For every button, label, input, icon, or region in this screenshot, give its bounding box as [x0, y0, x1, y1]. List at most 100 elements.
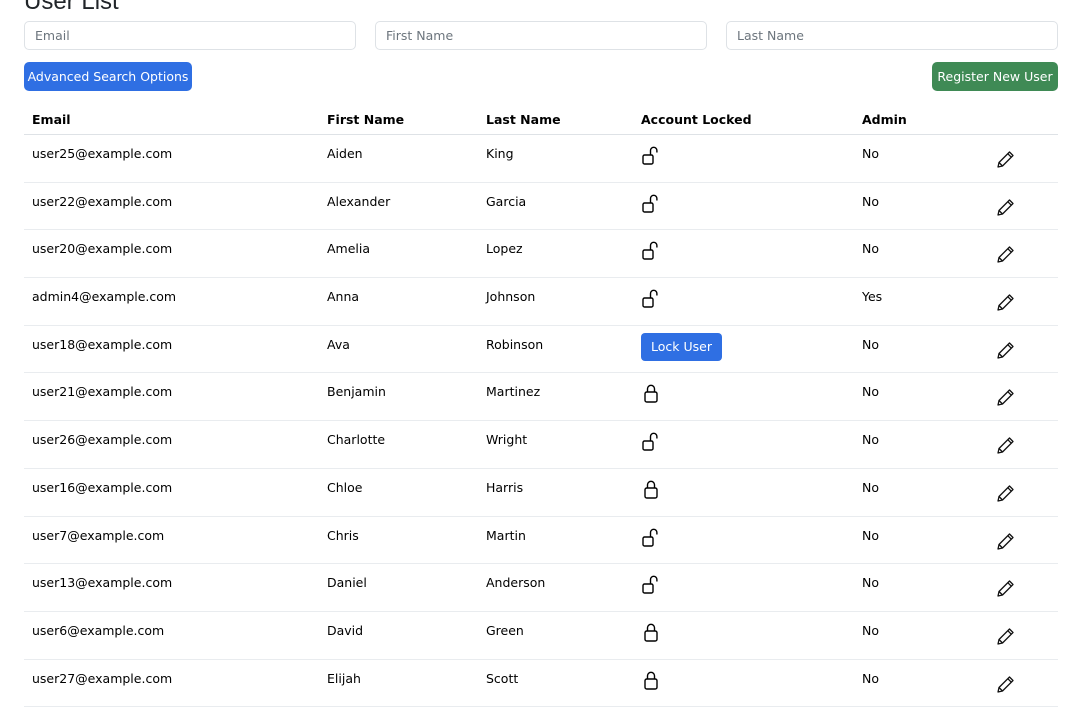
cell-email: user26@example.com [24, 420, 319, 469]
lock-closed-icon[interactable] [641, 382, 661, 404]
user-table: Email First Name Last Name Account Locke… [24, 104, 1058, 707]
table-row: user16@example.com Chloe Harris No [24, 468, 1058, 517]
lock-open-icon[interactable] [641, 192, 661, 214]
cell-first-name: Daniel [319, 563, 478, 612]
cell-email: user21@example.com [24, 372, 319, 422]
cell-first-name: Chris [319, 516, 478, 565]
cell-admin: No [854, 229, 964, 279]
user-table-body: user25@example.com Aiden King No user22@exam… [24, 134, 1058, 707]
cell-first-name: Ava [319, 325, 478, 374]
cell-admin: No [854, 516, 964, 565]
edit-pencil-icon[interactable] [994, 292, 1016, 314]
edit-pencil-icon[interactable] [994, 244, 1016, 266]
cell-email: user16@example.com [24, 468, 319, 517]
cell-account-locked [633, 563, 854, 612]
cell-actions [964, 659, 1058, 707]
cell-admin: No [854, 611, 964, 660]
filter-bar [24, 21, 1058, 50]
cell-admin: No [854, 420, 964, 469]
cell-actions [964, 277, 1058, 326]
cell-first-name: Alexander [319, 182, 478, 231]
cell-actions [964, 611, 1058, 660]
table-row: user25@example.com Aiden King No [24, 134, 1058, 183]
cell-last-name: Green [478, 611, 633, 660]
cell-last-name: Garcia [478, 182, 633, 231]
cell-admin: No [854, 134, 964, 183]
cell-admin: Yes [854, 277, 964, 326]
cell-actions [964, 134, 1058, 183]
cell-email: user27@example.com [24, 659, 319, 707]
table-row: user20@example.com Amelia Lopez No [24, 229, 1058, 279]
cell-admin: No [854, 659, 964, 707]
cell-first-name: Aiden [319, 134, 478, 183]
cell-email: user6@example.com [24, 611, 319, 660]
lock-open-icon[interactable] [641, 430, 661, 452]
lock-open-icon[interactable] [641, 144, 661, 166]
edit-pencil-icon[interactable] [994, 149, 1016, 171]
edit-pencil-icon[interactable] [994, 531, 1016, 553]
edit-pencil-icon[interactable] [994, 340, 1016, 362]
cell-admin: No [854, 325, 964, 374]
cell-last-name: Lopez [478, 229, 633, 279]
cell-actions [964, 516, 1058, 565]
header-admin: Admin [854, 104, 964, 135]
cell-email: user7@example.com [24, 516, 319, 565]
table-row: admin4@example.com Anna Johnson Yes [24, 277, 1058, 326]
advanced-search-button[interactable]: Advanced Search Options [24, 62, 192, 91]
lock-open-icon[interactable] [641, 287, 661, 309]
lock-closed-icon[interactable] [641, 478, 661, 500]
cell-email: user22@example.com [24, 182, 319, 231]
cell-actions [964, 420, 1058, 469]
cell-actions [964, 563, 1058, 612]
table-row: user6@example.com David Green No [24, 611, 1058, 660]
edit-pencil-icon[interactable] [994, 387, 1016, 409]
cell-actions [964, 229, 1058, 279]
cell-account-locked [633, 611, 854, 660]
cell-last-name: Robinson [478, 325, 633, 374]
page-title: User List [24, 0, 119, 15]
table-row: user22@example.com Alexander Garcia No [24, 182, 1058, 231]
header-actions [964, 104, 1058, 135]
edit-pencil-icon[interactable] [994, 578, 1016, 600]
cell-account-locked: Lock User [633, 325, 854, 374]
cell-last-name: King [478, 134, 633, 183]
lock-open-icon[interactable] [641, 239, 661, 261]
first-name-filter-input[interactable] [375, 21, 707, 50]
lock-user-button[interactable]: Lock User [641, 332, 722, 361]
cell-account-locked [633, 659, 854, 707]
header-account-locked: Account Locked [633, 104, 854, 135]
lock-closed-icon[interactable] [641, 669, 661, 691]
header-first-name: First Name [319, 104, 478, 135]
edit-pencil-icon[interactable] [994, 674, 1016, 696]
last-name-filter-input[interactable] [726, 21, 1058, 50]
cell-last-name: Anderson [478, 563, 633, 612]
register-new-user-button[interactable]: Register New User [932, 62, 1058, 91]
cell-first-name: Benjamin [319, 372, 478, 422]
edit-pencil-icon[interactable] [994, 483, 1016, 505]
edit-pencil-icon[interactable] [994, 626, 1016, 648]
lock-closed-icon[interactable] [641, 621, 661, 643]
cell-first-name: Elijah [319, 659, 478, 707]
table-row: user7@example.com Chris Martin No [24, 516, 1058, 565]
table-row: user21@example.com Benjamin Martinez No [24, 372, 1058, 422]
cell-first-name: Anna [319, 277, 478, 326]
edit-pencil-icon[interactable] [994, 197, 1016, 219]
cell-admin: No [854, 468, 964, 517]
cell-account-locked [633, 516, 854, 565]
lock-open-icon[interactable] [641, 573, 661, 595]
table-header-row: Email First Name Last Name Account Locke… [24, 104, 1058, 135]
cell-account-locked [633, 468, 854, 517]
cell-actions [964, 372, 1058, 422]
cell-last-name: Wright [478, 420, 633, 469]
cell-actions [964, 182, 1058, 231]
cell-account-locked [633, 420, 854, 469]
lock-open-icon[interactable] [641, 526, 661, 548]
edit-pencil-icon[interactable] [994, 435, 1016, 457]
email-filter-input[interactable] [24, 21, 356, 50]
cell-first-name: David [319, 611, 478, 660]
cell-first-name: Amelia [319, 229, 478, 279]
cell-account-locked [633, 277, 854, 326]
cell-email: user13@example.com [24, 563, 319, 612]
cell-last-name: Johnson [478, 277, 633, 326]
cell-account-locked [633, 372, 854, 422]
